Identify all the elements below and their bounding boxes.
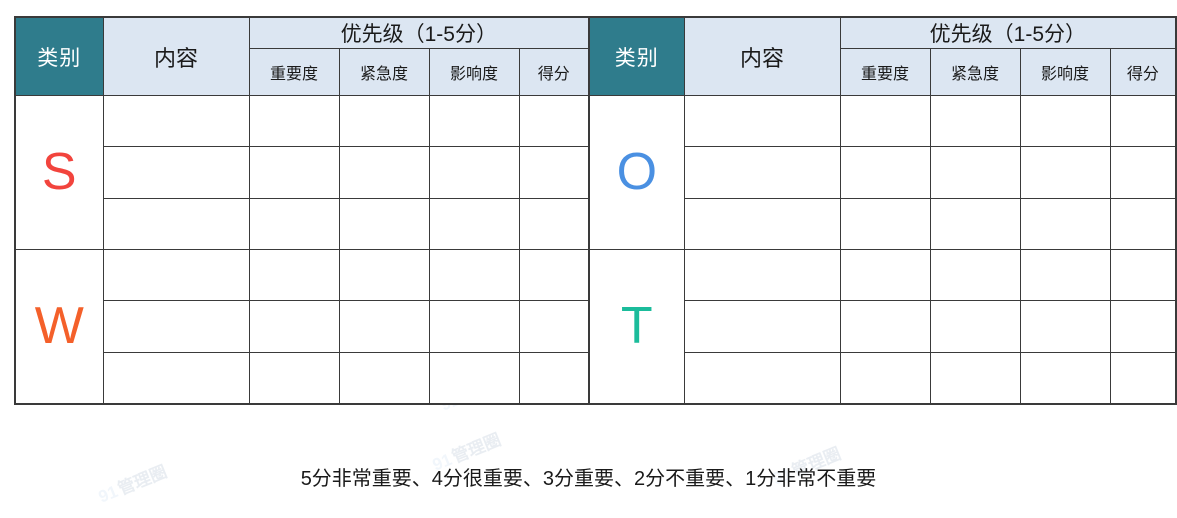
cell-impact-t-2[interactable] bbox=[1019, 300, 1111, 353]
cell-score-t-1[interactable] bbox=[1109, 248, 1177, 302]
cell-importance-o-1[interactable] bbox=[839, 94, 931, 148]
cell-importance-o-3[interactable] bbox=[839, 197, 931, 250]
cell-urgency-s-3[interactable] bbox=[338, 197, 430, 250]
cell-importance-w-3[interactable] bbox=[248, 351, 340, 405]
cell-impact-w-3[interactable] bbox=[428, 351, 520, 405]
cell-content-o-1[interactable] bbox=[683, 94, 841, 148]
cell-score-w-3[interactable] bbox=[518, 351, 590, 405]
table-row: S O bbox=[14, 94, 1177, 250]
cell-score-o-1[interactable] bbox=[1109, 94, 1177, 148]
cell-content-t-2[interactable] bbox=[683, 300, 841, 353]
header-category-left: 类别 bbox=[14, 16, 104, 96]
cell-impact-w-2[interactable] bbox=[428, 300, 520, 353]
header-urgency-left: 紧急度 bbox=[338, 48, 430, 96]
cell-score-w-2[interactable] bbox=[518, 300, 590, 353]
swot-letter-t: T bbox=[588, 248, 685, 405]
cell-urgency-o-3[interactable] bbox=[929, 197, 1021, 250]
cell-importance-t-1[interactable] bbox=[839, 248, 931, 302]
cell-content-s-2[interactable] bbox=[102, 146, 250, 199]
cell-impact-w-1[interactable] bbox=[428, 248, 520, 302]
header-category-right: 类别 bbox=[588, 16, 685, 96]
cell-score-w-1[interactable] bbox=[518, 248, 590, 302]
cell-content-w-1[interactable] bbox=[102, 248, 250, 302]
cell-importance-t-3[interactable] bbox=[839, 351, 931, 405]
cell-importance-s-3[interactable] bbox=[248, 197, 340, 250]
cell-content-t-3[interactable] bbox=[683, 351, 841, 405]
cell-urgency-w-1[interactable] bbox=[338, 248, 430, 302]
cell-score-t-2[interactable] bbox=[1109, 300, 1177, 353]
cell-importance-s-2[interactable] bbox=[248, 146, 340, 199]
cell-impact-s-2[interactable] bbox=[428, 146, 520, 199]
cell-score-o-3[interactable] bbox=[1109, 197, 1177, 250]
swot-priority-table: 类别 内容 优先级（1-5分） 类别 内容 优先级（1-5分） 重要度 紧急度 … bbox=[14, 16, 1177, 405]
header-priority-right: 优先级（1-5分） bbox=[839, 16, 1177, 49]
cell-urgency-s-2[interactable] bbox=[338, 146, 430, 199]
cell-impact-s-1[interactable] bbox=[428, 94, 520, 148]
cell-content-w-2[interactable] bbox=[102, 300, 250, 353]
cell-score-s-1[interactable] bbox=[518, 94, 590, 148]
cell-impact-t-3[interactable] bbox=[1019, 351, 1111, 405]
swot-letter-o: O bbox=[588, 95, 685, 250]
table-row: W T bbox=[14, 248, 1177, 405]
header-content-right: 内容 bbox=[683, 16, 841, 96]
header-score-right: 得分 bbox=[1109, 48, 1177, 96]
cell-content-w-3[interactable] bbox=[102, 351, 250, 405]
cell-impact-o-2[interactable] bbox=[1019, 146, 1111, 199]
table-header: 类别 内容 优先级（1-5分） 类别 内容 优先级（1-5分） 重要度 紧急度 … bbox=[14, 16, 1177, 96]
cell-impact-o-3[interactable] bbox=[1019, 197, 1111, 250]
swot-letter-s: S bbox=[14, 95, 104, 250]
cell-importance-w-2[interactable] bbox=[248, 300, 340, 353]
cell-content-o-3[interactable] bbox=[683, 197, 841, 250]
header-impact-left: 影响度 bbox=[428, 48, 520, 96]
cell-content-o-2[interactable] bbox=[683, 146, 841, 199]
cell-urgency-w-2[interactable] bbox=[338, 300, 430, 353]
cell-score-s-2[interactable] bbox=[518, 146, 590, 199]
cell-content-s-1[interactable] bbox=[102, 94, 250, 148]
cell-urgency-s-1[interactable] bbox=[338, 94, 430, 148]
header-importance-left: 重要度 bbox=[248, 48, 340, 96]
cell-urgency-t-3[interactable] bbox=[929, 351, 1021, 405]
cell-importance-s-1[interactable] bbox=[248, 94, 340, 148]
header-impact-right: 影响度 bbox=[1019, 48, 1111, 96]
swot-letter-w: W bbox=[14, 248, 104, 405]
cell-content-t-1[interactable] bbox=[683, 248, 841, 302]
cell-urgency-t-2[interactable] bbox=[929, 300, 1021, 353]
cell-urgency-t-1[interactable] bbox=[929, 248, 1021, 302]
header-row-top: 类别 内容 优先级（1-5分） 类别 内容 优先级（1-5分） bbox=[14, 16, 1177, 96]
header-content-left: 内容 bbox=[102, 16, 250, 96]
cell-urgency-o-2[interactable] bbox=[929, 146, 1021, 199]
header-priority-left: 优先级（1-5分） bbox=[248, 16, 590, 49]
cell-urgency-o-1[interactable] bbox=[929, 94, 1021, 148]
cell-importance-t-2[interactable] bbox=[839, 300, 931, 353]
cell-urgency-w-3[interactable] bbox=[338, 351, 430, 405]
scoring-legend: 5分非常重要、4分很重要、3分重要、2分不重要、1分非常不重要 bbox=[300, 468, 877, 490]
cell-importance-w-1[interactable] bbox=[248, 248, 340, 302]
cell-impact-o-1[interactable] bbox=[1019, 94, 1111, 148]
cell-score-s-3[interactable] bbox=[518, 197, 590, 250]
cell-score-t-3[interactable] bbox=[1109, 351, 1177, 405]
header-urgency-right: 紧急度 bbox=[929, 48, 1021, 96]
header-importance-right: 重要度 bbox=[839, 48, 931, 96]
cell-score-o-2[interactable] bbox=[1109, 146, 1177, 199]
table-body: S O W T bbox=[14, 94, 1177, 405]
cell-content-s-3[interactable] bbox=[102, 197, 250, 250]
cell-impact-t-1[interactable] bbox=[1019, 248, 1111, 302]
cell-importance-o-2[interactable] bbox=[839, 146, 931, 199]
header-score-left: 得分 bbox=[518, 48, 590, 96]
cell-impact-s-3[interactable] bbox=[428, 197, 520, 250]
